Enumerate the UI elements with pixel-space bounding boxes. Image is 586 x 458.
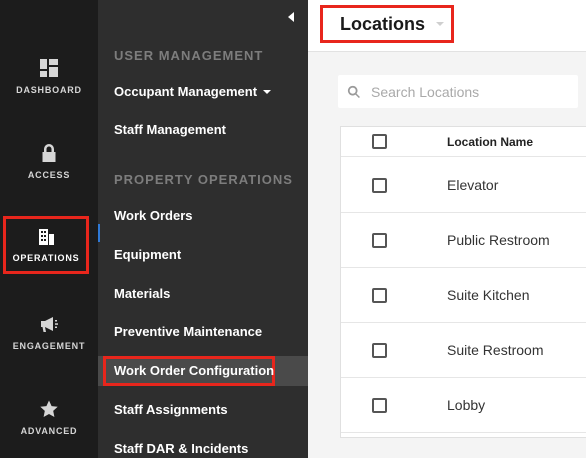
section-title-user-management: USER MANAGEMENT (114, 48, 264, 63)
nav-item-staff-management[interactable]: Staff Management (114, 122, 226, 137)
row-checkbox[interactable] (372, 287, 387, 303)
rail-item-label: DASHBOARD (16, 84, 82, 95)
location-name-cell: Suite Kitchen (447, 287, 530, 303)
nav-item-occupant-management[interactable]: Occupant Management (114, 84, 272, 99)
rail-item-label: ENGAGEMENT (12, 340, 86, 351)
location-name-cell: Lobby (447, 397, 486, 413)
megaphone-icon (41, 316, 58, 332)
nav-item-staff-assignments[interactable]: Staff Assignments (114, 402, 228, 417)
nav-active-indicator (98, 224, 100, 242)
rail-item-engagement[interactable]: ENGAGEMENT (0, 297, 98, 367)
row-checkbox[interactable] (372, 397, 387, 413)
chevron-down-icon (436, 22, 445, 26)
lock-icon (42, 143, 56, 162)
top-bar: Locations (308, 0, 586, 52)
table-row[interactable]: Lobby (341, 378, 586, 433)
rail-item-advanced[interactable]: ADVANCED (0, 382, 98, 452)
select-all-checkbox[interactable] (372, 134, 387, 149)
nav-item-work-order-configuration[interactable]: Work Order Configuration (114, 363, 274, 378)
star-icon (40, 400, 58, 417)
section-title-property-operations: PROPERTY OPERATIONS (114, 172, 293, 187)
dashboard-icon (40, 58, 58, 77)
row-checkbox[interactable] (372, 232, 387, 248)
rail-item-operations[interactable]: OPERATIONS (3, 216, 89, 274)
table-row[interactable]: Elevator (341, 158, 586, 213)
search-box (338, 75, 578, 108)
rail-item-access[interactable]: ACCESS (0, 126, 98, 196)
secondary-nav: USER MANAGEMENT Occupant Management Staf… (98, 0, 308, 458)
primary-rail: DASHBOARD ACCESS OPERATIONS ENGAGEMENT A… (0, 0, 98, 458)
collapse-arrow-icon[interactable] (288, 12, 294, 22)
row-checkbox[interactable] (372, 342, 387, 358)
search-input[interactable] (371, 83, 571, 100)
row-checkbox[interactable] (372, 177, 387, 193)
locations-table: Location Name Elevator Public Restroom S… (340, 126, 586, 438)
rail-item-label: ADVANCED (20, 425, 78, 436)
search-icon (347, 85, 360, 98)
rail-item-label: ACCESS (27, 169, 71, 180)
nav-item-staff-dar-incidents[interactable]: Staff DAR & Incidents (114, 441, 248, 456)
nav-item-preventive-maintenance[interactable]: Preventive Maintenance (114, 324, 262, 339)
chevron-down-icon (263, 89, 272, 94)
table-header: Location Name (341, 127, 586, 157)
nav-item-label: Occupant Management (114, 84, 258, 99)
column-header-location-name[interactable]: Location Name (447, 135, 533, 149)
nav-item-work-orders[interactable]: Work Orders (114, 208, 193, 223)
location-name-cell: Public Restroom (447, 232, 550, 248)
rail-item-label: OPERATIONS (12, 253, 80, 263)
nav-item-materials[interactable]: Materials (114, 286, 170, 301)
page-title: Locations (340, 13, 426, 34)
table-row[interactable]: Suite Restroom (341, 323, 586, 378)
locations-dropdown[interactable]: Locations (320, 5, 454, 43)
location-name-cell: Elevator (447, 177, 499, 193)
main-content: Locations Location Name Elevator Public … (308, 0, 586, 458)
location-name-cell: Suite Restroom (447, 342, 544, 358)
nav-item-equipment[interactable]: Equipment (114, 247, 181, 262)
table-row[interactable]: Suite Kitchen (341, 268, 586, 323)
rail-item-dashboard[interactable]: DASHBOARD (0, 41, 98, 111)
table-row[interactable]: Public Restroom (341, 213, 586, 268)
building-icon (39, 229, 54, 245)
